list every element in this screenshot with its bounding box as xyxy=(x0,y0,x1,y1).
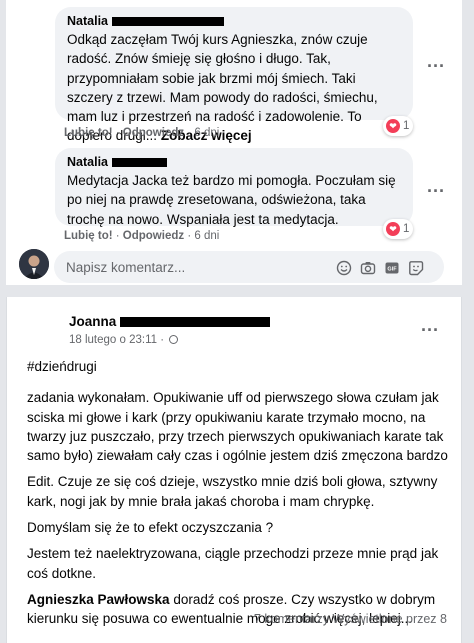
comment-time[interactable]: 6 dni xyxy=(194,127,219,139)
post-text: #dzieńdrugi zadania wykonałam. Opukiwani… xyxy=(27,357,452,636)
comment: Natalia Medytacja Jacka też bardzo mi po… xyxy=(6,146,462,246)
more-options-icon[interactable]: ··· xyxy=(427,57,445,75)
comment-input-placeholder: Napisz komentarz... xyxy=(66,260,186,275)
comment-time[interactable]: 6 dni xyxy=(194,230,219,242)
reaction-count[interactable]: ❤ 1 xyxy=(383,116,414,136)
comment-body: Medytacja Jacka też bardzo mi pomogła. P… xyxy=(67,173,396,227)
post-date[interactable]: 18 lutego o 23:11 · xyxy=(69,334,167,346)
reaction-number: 1 xyxy=(403,223,410,235)
heart-reaction-icon: ❤ xyxy=(386,222,400,236)
reply-button[interactable]: Odpowiedz xyxy=(123,127,184,139)
heart-reaction-icon: ❤ xyxy=(386,119,400,133)
reaction-count[interactable]: ❤ 1 xyxy=(383,219,414,239)
comment-author-name[interactable]: Natalia xyxy=(67,14,108,28)
comment-author[interactable]: Natalia xyxy=(67,154,401,171)
post-paragraph: Edit. Czuje ze się coś dzieje, wszystko … xyxy=(27,474,438,509)
more-options-icon[interactable]: ··· xyxy=(421,321,439,339)
reaction-number: 1 xyxy=(403,120,410,132)
redacted-name xyxy=(120,317,271,328)
post-paragraph: Jestem też naelektryzowana, ciągle przec… xyxy=(27,546,439,581)
comment: Natalia Odkąd zaczęłam Twój kurs Agniesz… xyxy=(6,0,462,148)
post-author[interactable]: Joanna xyxy=(69,314,271,329)
redacted-name xyxy=(112,17,224,27)
svg-text:GIF: GIF xyxy=(387,267,397,273)
mention-link[interactable]: Agnieszka Pawłowska xyxy=(27,592,170,607)
avatar[interactable] xyxy=(19,249,49,279)
globe-icon xyxy=(169,335,179,345)
avatar-image xyxy=(19,249,49,279)
post-timestamp[interactable]: 18 lutego o 23:11 · xyxy=(69,334,179,346)
post-author-name[interactable]: Joanna xyxy=(69,314,116,329)
comments-section: Natalia Odkąd zaczęłam Twój kurs Agniesz… xyxy=(6,0,462,285)
comment-text: Medytacja Jacka też bardzo mi pomogła. P… xyxy=(67,171,401,229)
comment-author-name[interactable]: Natalia xyxy=(67,155,108,169)
comment-author[interactable]: Natalia xyxy=(67,13,401,30)
more-options-icon[interactable]: ··· xyxy=(427,182,445,200)
gif-icon[interactable]: GIF xyxy=(384,260,400,276)
camera-icon[interactable] xyxy=(360,260,376,276)
post-paragraph: Domyślam się że to efekt oczyszczania ? xyxy=(27,520,274,536)
post-paragraph: zadania wykonałam. Opukiwanie uff od pie… xyxy=(27,390,448,464)
post: Joanna 18 lutego o 23:11 · ··· #dzieńdru… xyxy=(6,297,462,643)
comment-input[interactable]: Napisz komentarz... GIF xyxy=(54,251,444,283)
comment-actions: Lubię to! · Odpowiedz · 6 dni xyxy=(64,127,220,139)
like-button[interactable]: Lubię to! xyxy=(64,230,113,242)
redacted-name xyxy=(112,158,167,168)
like-button[interactable]: Lubię to! xyxy=(64,127,113,139)
sticker-icon[interactable] xyxy=(408,260,424,276)
reply-button[interactable]: Odpowiedz xyxy=(123,230,184,242)
emoji-icon[interactable] xyxy=(336,260,352,276)
comment-composer: Napisz komentarz... GIF xyxy=(6,247,462,285)
post-stats[interactable]: 7 komentarzy Wyświetlone przez 8 xyxy=(254,612,447,626)
comment-view-count[interactable]: 7 komentarzy Wyświetlone przez 8 xyxy=(254,612,447,626)
comment-actions: Lubię to! · Odpowiedz · 6 dni xyxy=(64,230,220,242)
hashtag[interactable]: #dzieńdrugi xyxy=(27,357,452,376)
comment-bubble: Natalia Odkąd zaczęłam Twój kurs Agniesz… xyxy=(55,7,413,143)
comment-bubble: Natalia Medytacja Jacka też bardzo mi po… xyxy=(55,148,413,229)
